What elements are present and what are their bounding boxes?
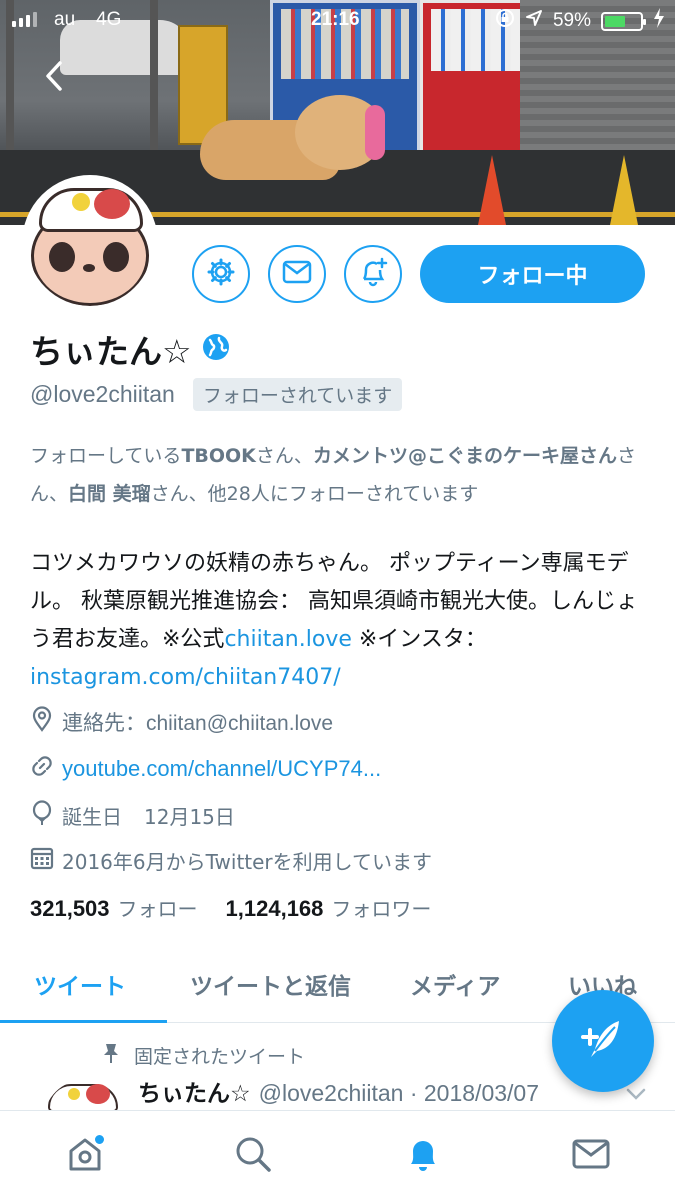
following-count[interactable]: 321,503 [30,896,110,922]
tweet-header: ちぃたん☆ @love2chiitan · 2018/03/07 [138,1074,539,1108]
header-photo-mascot [200,95,390,185]
status-bar: au 4G 21:16 59% [0,0,675,40]
nav-messages[interactable] [566,1131,616,1181]
orientation-lock-icon [495,8,515,34]
profile-location: 連絡先：chiitan@chiitan.love [62,711,334,735]
compose-tweet-button[interactable] [552,990,654,1092]
profile-stats: 321,503 フォロー 1,124,168 フォロワー [30,893,431,922]
charging-icon [653,8,665,34]
profile-name: ちぃたん☆ [30,332,192,371]
tab-tweets-replies[interactable]: ツイートと返信 [190,967,351,1001]
back-button[interactable] [40,58,72,94]
battery-icon [601,11,646,31]
signal-icon [12,12,37,27]
profile-avatar[interactable] [22,175,158,311]
header-photo-cone [610,155,638,225]
bell-plus-icon [357,256,389,292]
followers-you-know[interactable]: フォローしているTBOOKさん、カメントツ@こぐまのケーキ屋さんさん、白間 美瑠… [30,437,645,513]
pin-icon [102,1042,120,1069]
pinned-tweet-label: 固定されたツイート [134,1046,306,1068]
bell-icon [403,1134,443,1178]
nav-search[interactable] [228,1131,278,1181]
location-icon [525,9,543,33]
header-photo-cone [478,155,506,225]
following-button[interactable]: フォロー中 [420,245,645,303]
joined-date: 2016年6月からTwitterを利用しています [62,850,433,874]
bio-text: ※インスタ： [351,627,487,652]
settings-button[interactable] [192,245,250,303]
follows-you-badge: フォローされています [192,378,403,411]
tab-media[interactable]: メディア [410,967,500,1001]
envelope-icon [571,1136,611,1176]
tab-tweets[interactable]: ツイート [34,967,126,1001]
clock: 21:16 [311,9,360,30]
followers-count[interactable]: 1,124,168 [226,896,324,922]
new-content-dot [95,1135,104,1144]
location-pin-icon [30,706,54,737]
bio-link-website[interactable]: chiitan.love [224,627,351,652]
profile-website-row: youtube.com/channel/UCYP74... [30,754,381,783]
network-label: 4G [96,9,122,30]
followers-label[interactable]: フォロワー [331,893,431,922]
tweet-author-name[interactable]: ちぃたん☆ [138,1074,251,1108]
profile-website-link[interactable]: youtube.com/channel/UCYP74... [62,756,381,782]
profile-bio: コツメカワウソの妖精の赤ちゃん。 ポップティーン専属モデル。 秋葉原観光推進協会… [30,545,650,697]
chevron-down-icon[interactable] [625,1082,647,1107]
quill-plus-icon [579,1015,627,1067]
followers-you-know-separator: さん、 [255,445,313,467]
pinned-tweet-label-row: 固定されたツイート [102,1042,305,1069]
profile-birthday-row: 誕生日 12月15日 [30,800,235,831]
calendar-icon [30,846,54,875]
notifications-button[interactable] [344,245,402,303]
followers-you-know-prefix: フォローしている [30,445,182,467]
following-label[interactable]: フォロー [118,893,198,922]
battery-percent: 59% [552,10,591,31]
birthday-label: 誕生日 [62,805,122,829]
bio-link-instagram[interactable]: instagram.com/chiitan7407/ [30,665,341,690]
followers-you-know-user[interactable]: カメントツ@こぐまのケーキ屋さん [313,445,617,467]
message-button[interactable] [268,245,326,303]
search-icon [233,1134,273,1178]
followers-you-know-suffix: さん、他28人にフォローされています [150,483,479,505]
birthday-value: 12月15日 [144,805,235,829]
globe-badge-icon [202,333,230,365]
carrier-label: au [54,9,76,30]
profile-joined-row: 2016年6月からTwitterを利用しています [30,846,432,875]
tweet-author-handle-date: @love2chiitan · 2018/03/07 [258,1080,539,1106]
bottom-nav [0,1110,675,1200]
nav-home[interactable] [60,1131,110,1181]
balloon-icon [30,800,54,831]
profile-handle: @love2chiitan [30,381,175,407]
nav-notifications[interactable] [398,1131,448,1181]
followers-you-know-user[interactable]: TBOOK [181,445,255,467]
gear-icon [206,257,236,291]
active-tab-indicator [0,1020,167,1023]
profile-location-row: 連絡先：chiitan@chiitan.love [30,706,333,737]
link-icon [30,754,54,783]
envelope-icon [282,260,312,288]
followers-you-know-user[interactable]: 白間 美瑠 [68,483,151,505]
